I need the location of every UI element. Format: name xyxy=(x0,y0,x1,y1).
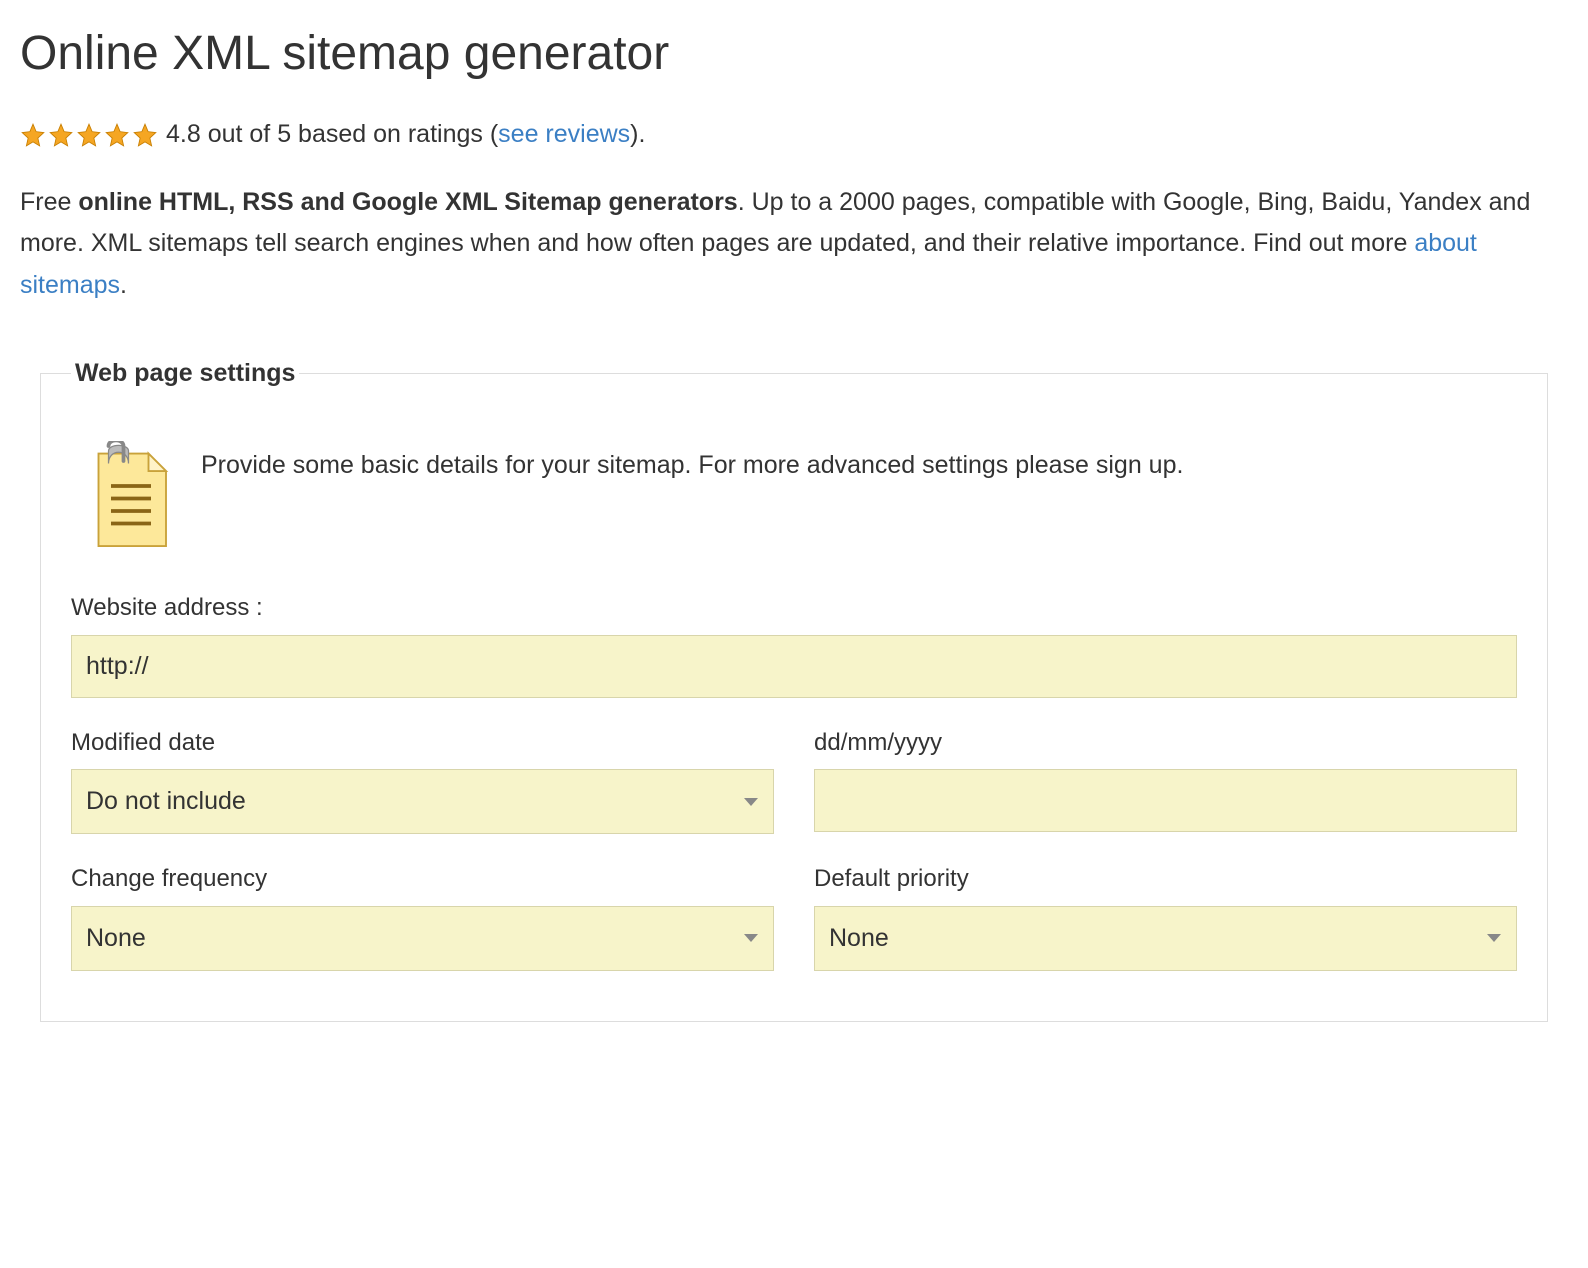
star-rating xyxy=(20,122,158,148)
star-icon xyxy=(20,122,46,148)
modified-date-select[interactable]: Do not include xyxy=(71,769,774,834)
date-format-label: dd/mm/yyyy xyxy=(814,726,1517,760)
web-page-settings-fieldset: Web page settings Provide some basic det… xyxy=(40,356,1548,1022)
website-address-label: Website address : xyxy=(71,591,1517,625)
see-reviews-link[interactable]: see reviews xyxy=(498,120,630,148)
rating-text: 4.8 out of 5 based on ratings (see revie… xyxy=(166,117,645,152)
change-frequency-label: Change frequency xyxy=(71,862,774,896)
page-title: Online XML sitemap generator xyxy=(20,20,1568,87)
star-icon xyxy=(132,122,158,148)
star-icon xyxy=(104,122,130,148)
fieldset-legend: Web page settings xyxy=(71,356,299,391)
document-icon xyxy=(81,441,181,551)
change-frequency-select[interactable]: None xyxy=(71,906,774,971)
date-input[interactable] xyxy=(814,769,1517,832)
intro-text: Provide some basic details for your site… xyxy=(201,441,1183,485)
star-icon xyxy=(76,122,102,148)
rating-row: 4.8 out of 5 based on ratings (see revie… xyxy=(20,117,1568,152)
default-priority-label: Default priority xyxy=(814,862,1517,896)
default-priority-select[interactable]: None xyxy=(814,906,1517,971)
star-icon xyxy=(48,122,74,148)
website-address-input[interactable] xyxy=(71,635,1517,698)
description-text: Free online HTML, RSS and Google XML Sit… xyxy=(20,182,1568,306)
modified-date-label: Modified date xyxy=(71,726,774,760)
